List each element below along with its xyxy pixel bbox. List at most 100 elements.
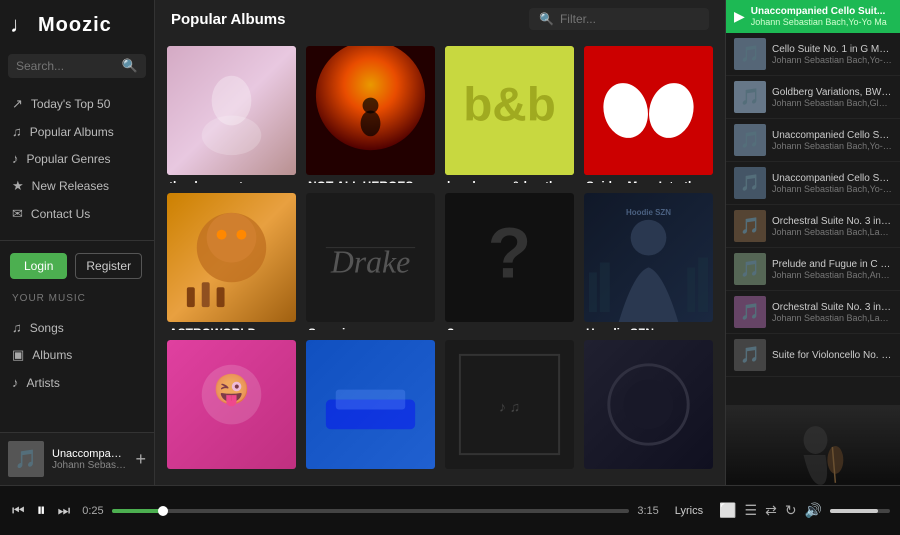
album-title-4: Spider-Man: Into the S... <box>586 179 711 183</box>
album-card-8[interactable]: Hoodie SZN Hoodie SZN A Boogie Wit da Ho… <box>584 193 713 330</box>
svg-text:b&b: b&b <box>463 78 556 131</box>
prev-button[interactable]: ⏮ <box>10 500 27 521</box>
queue-track-artist-6: Johann Sebastian Bach,András... <box>772 270 892 280</box>
sidebar-item-new-releases[interactable]: ★ New Releases <box>0 172 154 200</box>
page-title: Popular Albums <box>171 11 285 28</box>
search-icon[interactable]: 🔍 <box>122 58 138 74</box>
volume-bar[interactable] <box>830 509 890 513</box>
album-cover-11: ♪ ♫ <box>445 340 574 469</box>
screen-button[interactable]: ⬜ <box>719 502 736 519</box>
player-right-controls: ⬜ ☰ ⇄ ↻ 🔊 <box>719 502 890 519</box>
search-bar[interactable]: 🔍 <box>8 54 146 78</box>
artists-icon: ♪ <box>12 375 19 390</box>
my-albums-icon: ▣ <box>12 347 24 363</box>
play-pause-button[interactable]: ⏸ <box>35 498 48 523</box>
volume-fill <box>830 509 878 513</box>
filter-box[interactable]: 🔍 <box>529 8 709 30</box>
sidebar-item-artists[interactable]: ♪ Artists <box>0 369 154 396</box>
queue-current-info: Unaccompanied Cello Suit... Johann Sebas… <box>751 6 892 27</box>
album-cover-7: ? <box>445 193 574 322</box>
album-cover-3: b&b <box>445 46 574 175</box>
search-input[interactable] <box>16 59 118 73</box>
new-releases-icon: ★ <box>12 178 24 194</box>
player-bar: ⏮ ⏸ ⏭ 0:25 3:15 Lyrics ⬜ ☰ ⇄ ↻ 🔊 <box>0 485 900 535</box>
album-title-5: ASTROWORLD <box>169 326 294 330</box>
queue-track-title-5: Orchestral Suite No. 3 in D... <box>772 216 892 227</box>
queue-track-artist-2: Johann Sebastian Bach,Glenn G... <box>772 98 892 108</box>
top50-icon: ↗ <box>12 96 23 112</box>
now-playing-title: Unaccompanied <box>52 448 127 460</box>
album-card-10[interactable] <box>306 340 435 477</box>
album-card-6[interactable]: Drake Scorpion Drake <box>306 193 435 330</box>
now-playing-sidebar: 🎵 Unaccompanied Johann Sebastian + <box>0 432 154 485</box>
app-name: Moozic <box>38 14 112 37</box>
album-card-3[interactable]: b&b beerbongs & bentleys Post Malone <box>445 46 574 183</box>
register-button[interactable]: Register <box>75 253 142 279</box>
queue-info-4: Unaccompanied Cello Suit... Johann Sebas… <box>772 173 892 194</box>
login-button[interactable]: Login <box>10 253 67 279</box>
auth-section: Login Register <box>0 245 154 287</box>
sidebar-item-genres-label: Popular Genres <box>27 152 111 166</box>
add-to-queue-button[interactable]: + <box>135 449 146 470</box>
queue-current-artist: Johann Sebastian Bach,Yo-Yo Ma <box>751 17 892 27</box>
sidebar-item-top50[interactable]: ↗ Today's Top 50 <box>0 90 154 118</box>
album-cover-1 <box>167 46 296 175</box>
now-playing-thumbnail: 🎵 <box>8 441 44 477</box>
sidebar: ♩ Moozic 🔍 ↗ Today's Top 50 ♫ Popular Al… <box>0 0 155 485</box>
filter-input[interactable] <box>560 12 699 26</box>
sidebar-item-genres[interactable]: ♪ Popular Genres <box>0 145 154 172</box>
queue-item-2[interactable]: 🎵 Goldberg Variations, BWV 9... Johann S… <box>726 76 900 119</box>
repeat-button[interactable]: ↻ <box>785 502 797 519</box>
album-card-1[interactable]: thank u, next Ariana Grande <box>167 46 296 183</box>
album-card-5[interactable]: ASTROWORLD Travis Scott <box>167 193 296 330</box>
sidebar-item-songs[interactable]: ♫ Songs <box>0 314 154 341</box>
album-cover-12 <box>584 340 713 469</box>
genres-icon: ♪ <box>12 151 19 166</box>
album-card-11[interactable]: ♪ ♫ <box>445 340 574 477</box>
lyrics-button[interactable]: Lyrics <box>669 502 709 520</box>
now-playing-info: Unaccompanied Johann Sebastian <box>52 448 127 471</box>
queue-info-8: Suite for Violoncello No. 1 i... <box>772 350 892 361</box>
queue-info-2: Goldberg Variations, BWV 9... Johann Seb… <box>772 87 892 108</box>
queue-play-icon: ▶ <box>734 8 745 25</box>
queue-track-artist-4: Johann Sebastian Bach,Yo-Yo Ma <box>772 184 892 194</box>
your-music-label: YOUR MUSIC <box>0 287 154 306</box>
sidebar-item-albums[interactable]: ♫ Popular Albums <box>0 118 154 145</box>
progress-bar[interactable] <box>112 509 630 513</box>
next-button[interactable]: ⏭ <box>56 500 73 521</box>
sidebar-item-my-albums[interactable]: ▣ Albums <box>0 341 154 369</box>
album-card-9[interactable]: 😜 <box>167 340 296 477</box>
sidebar-item-contact[interactable]: ✉ Contact Us <box>0 200 154 228</box>
progress-handle[interactable] <box>158 506 168 516</box>
time-total: 3:15 <box>637 505 658 517</box>
queue-current-track[interactable]: ▶ Unaccompanied Cello Suit... Johann Seb… <box>726 0 900 33</box>
album-card-4[interactable]: Spider-Man: Into the S... Various Artist… <box>584 46 713 183</box>
time-current: 0:25 <box>82 505 103 517</box>
queue-track-title-6: Prelude and Fugue in C (W... <box>772 259 892 270</box>
queue-item-6[interactable]: 🎵 Prelude and Fugue in C (W... Johann Se… <box>726 248 900 291</box>
sidebar-item-albums-label: Popular Albums <box>30 125 114 139</box>
volume-button[interactable]: 🔊 <box>805 502 822 519</box>
queue-thumb-5: 🎵 <box>734 210 766 242</box>
albums-icon: ♫ <box>12 124 22 139</box>
album-card-2[interactable]: NOT ALL HEROES WE... Metro Boomin <box>306 46 435 183</box>
sidebar-item-new-releases-label: New Releases <box>32 179 109 193</box>
now-playing-artist: Johann Sebastian <box>52 460 127 471</box>
queue-item-1[interactable]: 🎵 Cello Suite No. 1 in G Major... Johann… <box>726 33 900 76</box>
queue-item-3[interactable]: 🎵 Unaccompanied Cello Suit... Johann Seb… <box>726 119 900 162</box>
queue-thumb-6: 🎵 <box>734 253 766 285</box>
sidebar-item-artists-label: Artists <box>27 376 60 390</box>
queue-item-7[interactable]: 🎵 Orchestral Suite No. 3 in D... Johann … <box>726 291 900 334</box>
shuffle-button[interactable]: ⇄ <box>765 502 777 519</box>
albums-grid: thank u, next Ariana Grande <box>155 38 725 485</box>
album-card-12[interactable] <box>584 340 713 477</box>
queue-item-5[interactable]: 🎵 Orchestral Suite No. 3 in D... Johann … <box>726 205 900 248</box>
queue-track-artist-3: Johann Sebastian Bach,Yo-Yo Ma <box>772 141 892 151</box>
album-info-5: ASTROWORLD Travis Scott <box>167 322 296 330</box>
queue-track-artist-7: Johann Sebastian Bach,Lang La... <box>772 313 892 323</box>
album-card-7[interactable]: ? ? XXXTENTACION <box>445 193 574 330</box>
queue-button[interactable]: ☰ <box>745 502 758 519</box>
queue-item-8[interactable]: 🎵 Suite for Violoncello No. 1 i... <box>726 334 900 377</box>
queue-panel: ▶ Unaccompanied Cello Suit... Johann Seb… <box>725 0 900 485</box>
queue-item-4[interactable]: 🎵 Unaccompanied Cello Suit... Johann Seb… <box>726 162 900 205</box>
